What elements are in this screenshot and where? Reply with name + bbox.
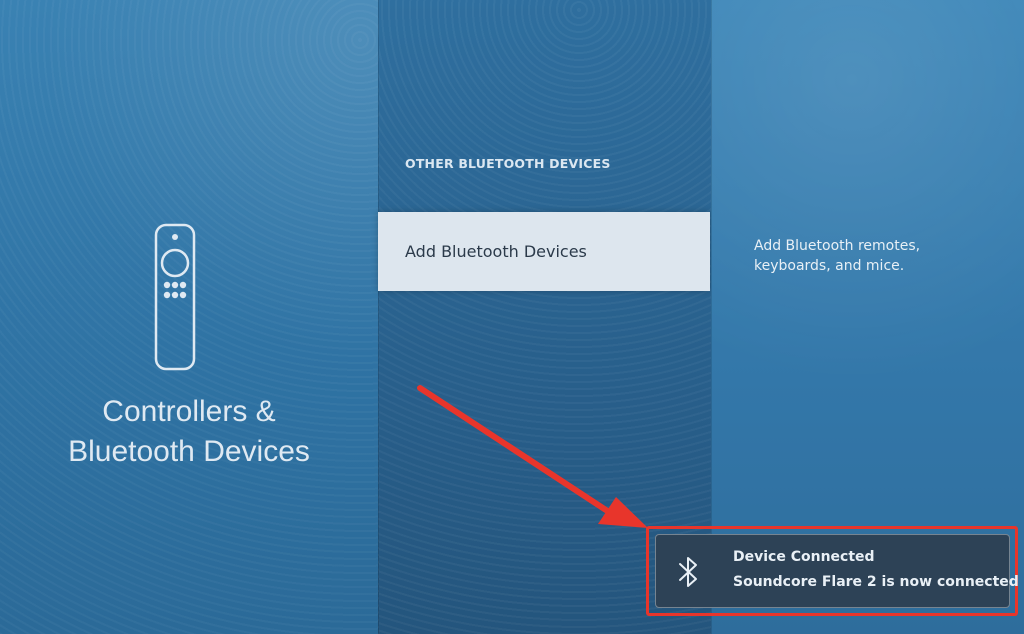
category-title-line2: Bluetooth Devices [68,435,310,468]
section-heading: OTHER BLUETOOTH DEVICES [405,156,611,171]
device-connected-notification: Device Connected Soundcore Flare 2 is no… [655,534,1019,608]
category-pane: Controllers & Bluetooth Devices [0,0,378,634]
bluetooth-icon [679,557,697,587]
category-title: Controllers & Bluetooth Devices [0,392,378,472]
add-bluetooth-devices-item[interactable]: Add Bluetooth Devices [378,212,710,291]
remote-icon [154,223,196,371]
notification-title: Device Connected [733,549,875,565]
notification-message: Soundcore Flare 2 is now connected [733,574,1019,590]
category-title-line1: Controllers & [102,395,276,428]
item-description: Add Bluetooth remotes, keyboards, and mi… [754,238,921,274]
menu-item-label: Add Bluetooth Devices [405,242,587,261]
fire-tv-settings-screen: Controllers & Bluetooth Devices OTHER BL… [0,0,1024,634]
